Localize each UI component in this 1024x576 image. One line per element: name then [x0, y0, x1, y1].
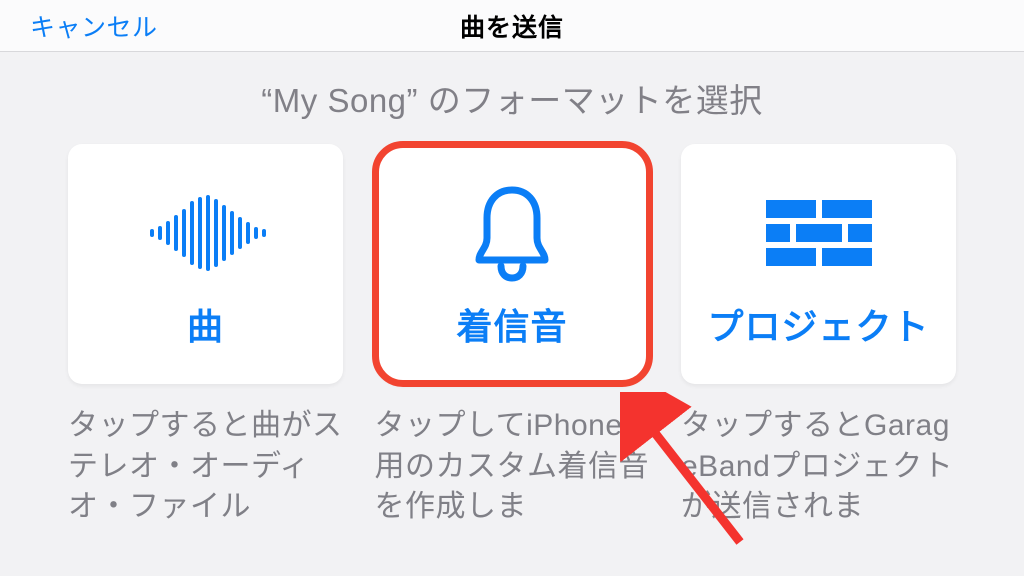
- option-song: 曲 タップすると曲がステレオ・オーディオ・ファイル: [68, 144, 343, 528]
- song-name: My Song: [273, 82, 407, 119]
- option-project: プロジェクト タップするとGarageBandプロジェクトが送信されま: [681, 144, 956, 528]
- format-subtitle: My Song のフォーマットを選択: [68, 74, 956, 122]
- song-label: 曲: [187, 298, 224, 360]
- modal-title: 曲を送信: [460, 8, 564, 44]
- subtitle-suffix: のフォーマットを選択: [418, 82, 763, 119]
- modal-header: キャンセル 曲を送信: [0, 0, 1024, 52]
- song-description: タップすると曲がステレオ・オーディオ・ファイル: [68, 406, 343, 528]
- song-card[interactable]: 曲: [68, 144, 343, 384]
- project-label: プロジェクト: [707, 298, 929, 360]
- project-card[interactable]: プロジェクト: [681, 144, 956, 384]
- cancel-button[interactable]: キャンセル: [30, 8, 158, 44]
- ringtone-description: タップしてiPhone用のカスタム着信音を作成しま: [375, 406, 650, 528]
- modal-content: My Song のフォーマットを選択: [0, 52, 1024, 528]
- project-description: タップするとGarageBandプロジェクトが送信されま: [681, 406, 956, 528]
- ringtone-label: 着信音: [456, 298, 567, 360]
- ringtone-card[interactable]: 着信音: [375, 144, 650, 384]
- bell-icon: [375, 168, 650, 298]
- option-ringtone: 着信音 タップしてiPhone用のカスタム着信音を作成しま: [375, 144, 650, 528]
- waveform-icon: [68, 168, 343, 298]
- format-options: 曲 タップすると曲がステレオ・オーディオ・ファイル 着信音 タップしてiPhon…: [68, 144, 956, 528]
- bricks-icon: [681, 168, 956, 298]
